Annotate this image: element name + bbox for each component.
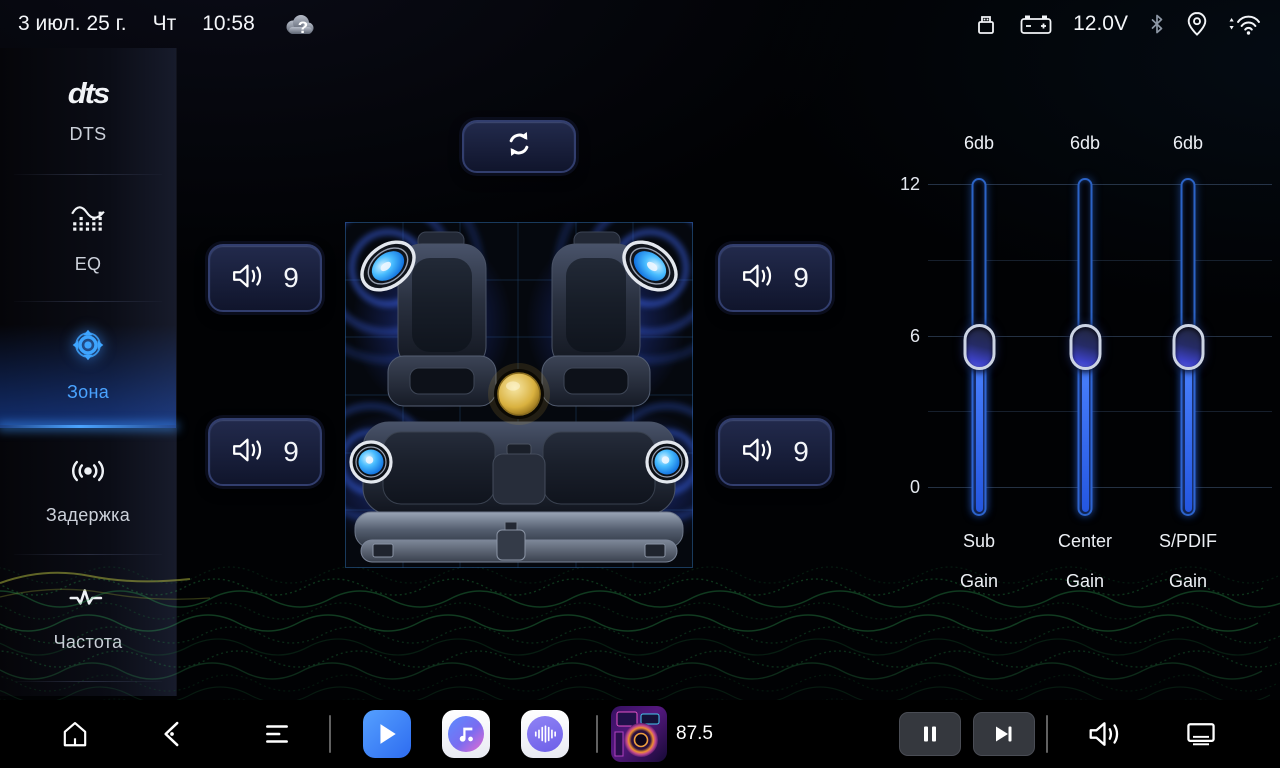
battery-icon xyxy=(1019,11,1053,37)
pause-button[interactable] xyxy=(899,712,961,756)
balance-point[interactable] xyxy=(488,363,550,425)
rear-left-volume-button[interactable]: 9 xyxy=(208,418,322,486)
slider-name-label: Sub xyxy=(924,531,1034,552)
slider-value-label: 6db xyxy=(1030,133,1140,154)
recents-button[interactable] xyxy=(262,720,292,748)
svg-text:?: ? xyxy=(298,18,308,37)
rear-left-volume-value: 9 xyxy=(283,436,299,468)
status-time: 10:58 xyxy=(202,12,255,36)
sidebar-item-zone[interactable]: Зона xyxy=(0,302,176,428)
eq-icon xyxy=(70,202,106,239)
slider-thumb[interactable] xyxy=(1172,324,1204,370)
delay-icon xyxy=(69,457,107,490)
sidebar-item-frequency[interactable]: Частота xyxy=(0,555,176,681)
slider-scale-label: 0 xyxy=(884,477,920,498)
sidebar-item-label: EQ xyxy=(75,254,102,275)
slider-scale-label: 12 xyxy=(884,174,920,195)
location-icon xyxy=(1186,11,1208,37)
frequency-icon xyxy=(68,584,108,617)
refresh-icon xyxy=(503,129,535,164)
speaker-icon xyxy=(231,262,265,295)
volume-button[interactable] xyxy=(1087,719,1123,749)
usb-icon xyxy=(973,11,999,37)
gain-slider-center: 6db Center Gain xyxy=(1030,133,1140,603)
slider-unit-label: Gain xyxy=(924,571,1034,592)
home-button[interactable] xyxy=(59,719,91,749)
bottom-nav-bar: 87.5 xyxy=(0,700,1280,768)
next-track-button[interactable] xyxy=(973,712,1035,756)
sidebar: dts DTS EQ xyxy=(0,48,177,696)
status-bar: 3 июл. 25 г. Чт 10:58 ? xyxy=(0,0,1280,48)
waveform-icon xyxy=(527,716,563,752)
front-left-volume-value: 9 xyxy=(283,262,299,294)
speaker-icon xyxy=(741,262,775,295)
divider xyxy=(1046,715,1048,753)
slider-unit-label: Gain xyxy=(1030,571,1140,592)
zone-balance-map[interactable] xyxy=(345,222,693,568)
sidebar-item-label: Частота xyxy=(54,632,123,653)
back-button[interactable] xyxy=(158,719,186,749)
slider-track[interactable] xyxy=(972,178,987,516)
sidebar-item-label: DTS xyxy=(70,124,107,145)
status-date: 3 июл. 25 г. xyxy=(18,12,127,36)
gain-slider-spdif: 6db S/PDIF Gain xyxy=(1133,133,1243,603)
front-left-volume-button[interactable]: 9 xyxy=(208,244,322,312)
sidebar-item-eq[interactable]: EQ xyxy=(0,175,176,301)
slider-scale-label: 6 xyxy=(884,326,920,347)
dsp-app-icon[interactable] xyxy=(521,710,569,758)
music-note-icon xyxy=(448,716,484,752)
speaker-icon xyxy=(741,436,775,469)
video-app-icon[interactable] xyxy=(363,710,411,758)
front-right-volume-button[interactable]: 9 xyxy=(718,244,832,312)
reset-button[interactable] xyxy=(462,120,576,173)
zone-icon xyxy=(71,328,105,367)
sidebar-item-label: Задержка xyxy=(46,505,130,526)
album-art[interactable] xyxy=(611,706,667,762)
rear-right-volume-value: 9 xyxy=(793,436,809,468)
weather-icon: ? xyxy=(281,9,317,39)
bluetooth-icon xyxy=(1148,12,1166,36)
sidebar-item-dts[interactable]: dts DTS xyxy=(0,48,176,174)
divider xyxy=(14,681,162,682)
front-right-volume-value: 9 xyxy=(793,262,809,294)
music-app-icon[interactable] xyxy=(442,710,490,758)
slider-value-label: 6db xyxy=(924,133,1034,154)
slider-name-label: S/PDIF xyxy=(1133,531,1243,552)
head-unit-screen: 3 июл. 25 г. Чт 10:58 ? xyxy=(0,0,1280,768)
display-button[interactable] xyxy=(1185,720,1217,748)
radio-frequency: 87.5 xyxy=(676,723,713,745)
slider-unit-label: Gain xyxy=(1133,571,1243,592)
gain-slider-sub: 6db Sub Gain xyxy=(924,133,1034,603)
slider-fill xyxy=(976,347,983,512)
slider-track[interactable] xyxy=(1181,178,1196,516)
wifi-icon xyxy=(1228,12,1262,36)
divider xyxy=(329,715,331,753)
speaker-icon xyxy=(231,436,265,469)
divider xyxy=(596,715,598,753)
slider-name-label: Center xyxy=(1030,531,1140,552)
slider-track[interactable] xyxy=(1078,178,1093,516)
slider-fill xyxy=(1082,347,1089,512)
status-day: Чт xyxy=(153,12,177,36)
sidebar-item-delay[interactable]: Задержка xyxy=(0,428,176,554)
battery-voltage: 12.0V xyxy=(1073,12,1128,36)
sidebar-item-label: Зона xyxy=(67,382,109,403)
slider-thumb[interactable] xyxy=(963,324,995,370)
rear-right-volume-button[interactable]: 9 xyxy=(718,418,832,486)
slider-thumb[interactable] xyxy=(1069,324,1101,370)
dts-logo: dts xyxy=(68,79,109,108)
slider-fill xyxy=(1185,347,1192,512)
slider-value-label: 6db xyxy=(1133,133,1243,154)
rear-bench-seat xyxy=(345,406,693,562)
